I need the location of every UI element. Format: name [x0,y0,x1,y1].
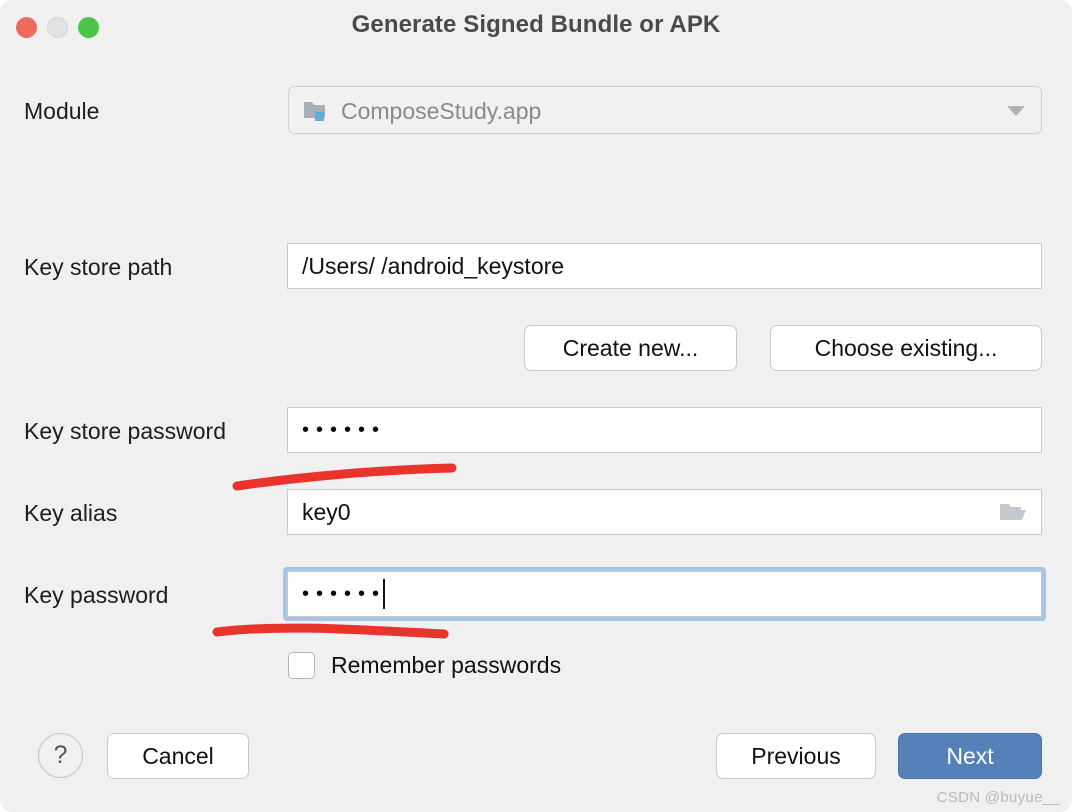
open-folder-icon[interactable] [999,500,1027,524]
remember-passwords-row[interactable]: Remember passwords [288,652,561,679]
key-alias-input[interactable]: key0 [287,489,1042,535]
module-value: ComposeStudy.app [341,98,542,124]
remember-passwords-label: Remember passwords [331,652,562,678]
title-bar: Generate Signed Bundle or APK [0,0,1072,56]
module-label: Module [24,98,100,124]
cancel-button[interactable]: Cancel [107,733,249,779]
key-alias-label: Key alias [24,500,118,526]
remember-passwords-checkbox[interactable] [288,652,315,679]
key-store-password-label: Key store password [24,418,226,444]
previous-button[interactable]: Previous [716,733,876,779]
next-button[interactable]: Next [898,733,1042,779]
key-password-focus-ring: •••••• [283,567,1046,621]
key-password-input[interactable]: •••••• [287,571,1042,617]
key-store-path-input[interactable]: /Users/ /android_keystore [287,243,1042,523]
window-title: Generate Signed Bundle or APK [351,11,721,38]
help-button[interactable]: ? [38,733,83,778]
folder-module-icon [304,102,325,121]
module-dropdown[interactable]: ComposeStudy.app [288,86,1042,134]
key-password-label: Key password [24,582,169,608]
key-store-password-value: •••••• [302,419,387,441]
key-password-value: •••••• [302,582,387,605]
key-store-path-label: Key store path [24,254,173,280]
key-alias-value: key0 [302,499,351,525]
dialog-window: Generate Signed Bundle or APK Module Com… [0,0,1072,812]
key-store-password-input[interactable]: •••••• [287,407,1042,453]
create-new-button[interactable]: Create new... [524,325,737,371]
text-caret [383,579,386,609]
watermark: CSDN @buyue__ [936,789,1060,806]
key-password-inner: •••••• [302,572,387,616]
annotation-underline-key-password [212,623,449,639]
annotation-underline-key-alias [232,463,457,491]
chevron-down-icon[interactable] [1007,106,1025,116]
choose-existing-button[interactable]: Choose existing... [770,325,1042,371]
key-store-path-value: /Users/ /android_keystore [302,253,565,279]
